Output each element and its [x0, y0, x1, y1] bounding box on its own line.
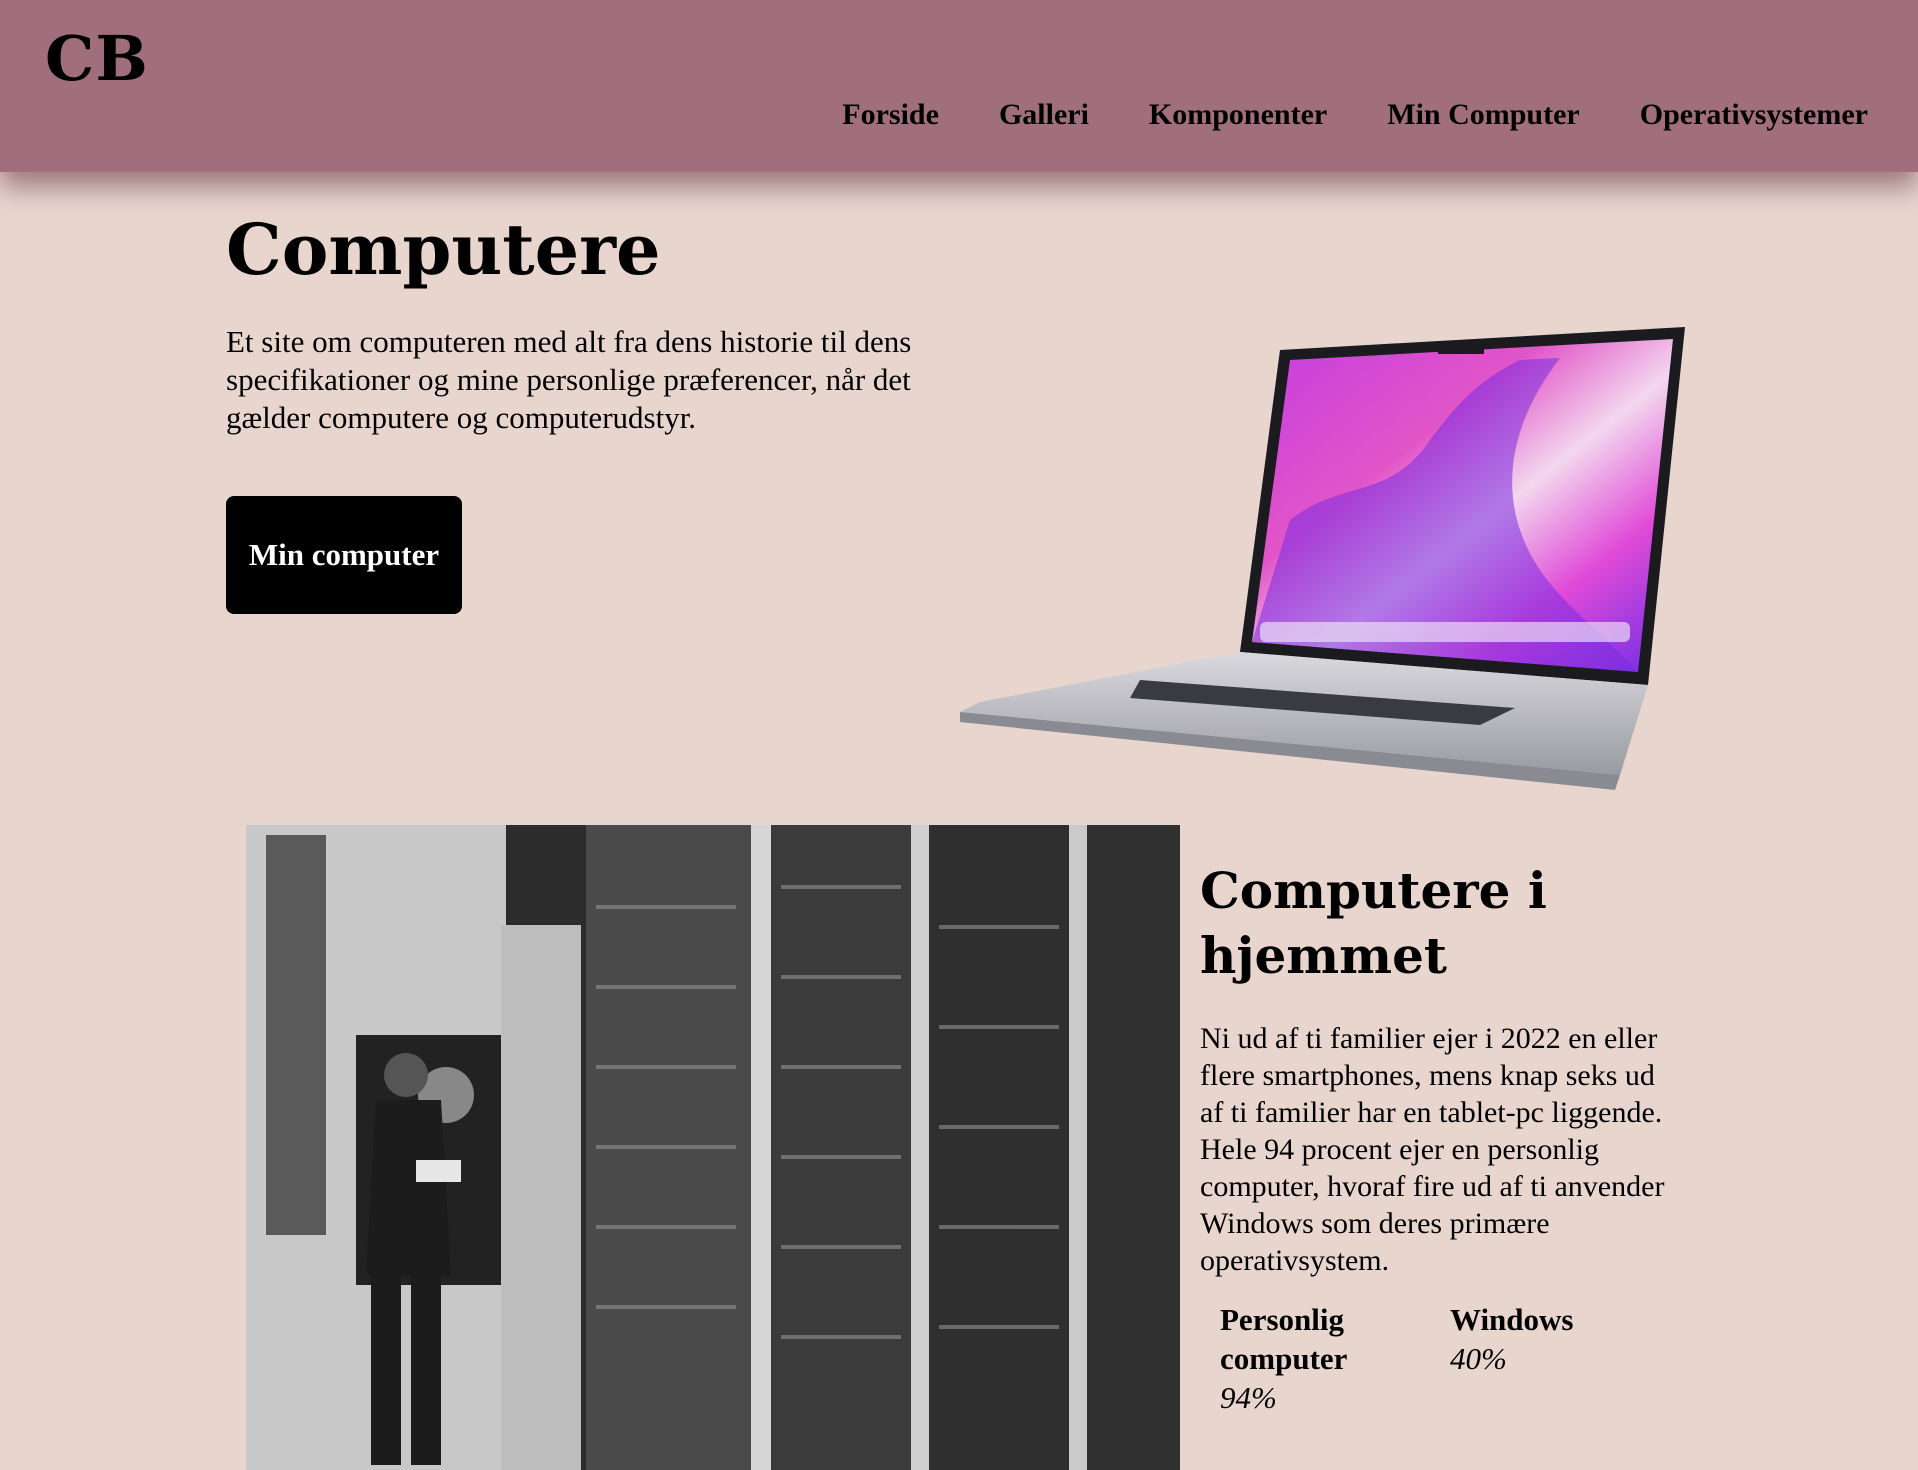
stat-windows: Windows 40% — [1450, 1300, 1680, 1417]
nav-item-galleri[interactable]: Galleri — [999, 98, 1089, 132]
stats-row: Personlig computer 94% Windows 40% — [1220, 1300, 1680, 1417]
stat-value: 94% — [1220, 1380, 1277, 1415]
stat-personal-computer: Personlig computer 94% — [1220, 1300, 1450, 1417]
stat-label: Personlig computer — [1220, 1302, 1348, 1376]
nav-item-komponenter[interactable]: Komponenter — [1149, 98, 1327, 132]
historic-computer-photo — [246, 825, 1180, 1470]
stat-value: 40% — [1450, 1341, 1507, 1376]
min-computer-button[interactable]: Min computer — [226, 496, 462, 614]
hero-description: Et site om computeren med alt fra dens h… — [226, 324, 912, 435]
nav-item-min-computer[interactable]: Min Computer — [1387, 98, 1579, 132]
main-nav: Forside Galleri Komponenter Min Computer… — [842, 98, 1868, 132]
hero-title: Computere — [226, 208, 661, 291]
laptop-image — [960, 320, 1700, 810]
section-description: Ni ud af ti familier ejer i 2022 en elle… — [1200, 1022, 1665, 1277]
section-title: Computere i hjemmet — [1200, 861, 1547, 985]
stat-label: Windows — [1450, 1302, 1574, 1337]
nav-item-operativsystemer[interactable]: Operativsystemer — [1640, 98, 1868, 132]
nav-item-forside[interactable]: Forside — [842, 98, 939, 132]
site-header: CB Forside Galleri Komponenter Min Compu… — [0, 0, 1918, 172]
site-logo[interactable]: CB — [45, 22, 149, 95]
